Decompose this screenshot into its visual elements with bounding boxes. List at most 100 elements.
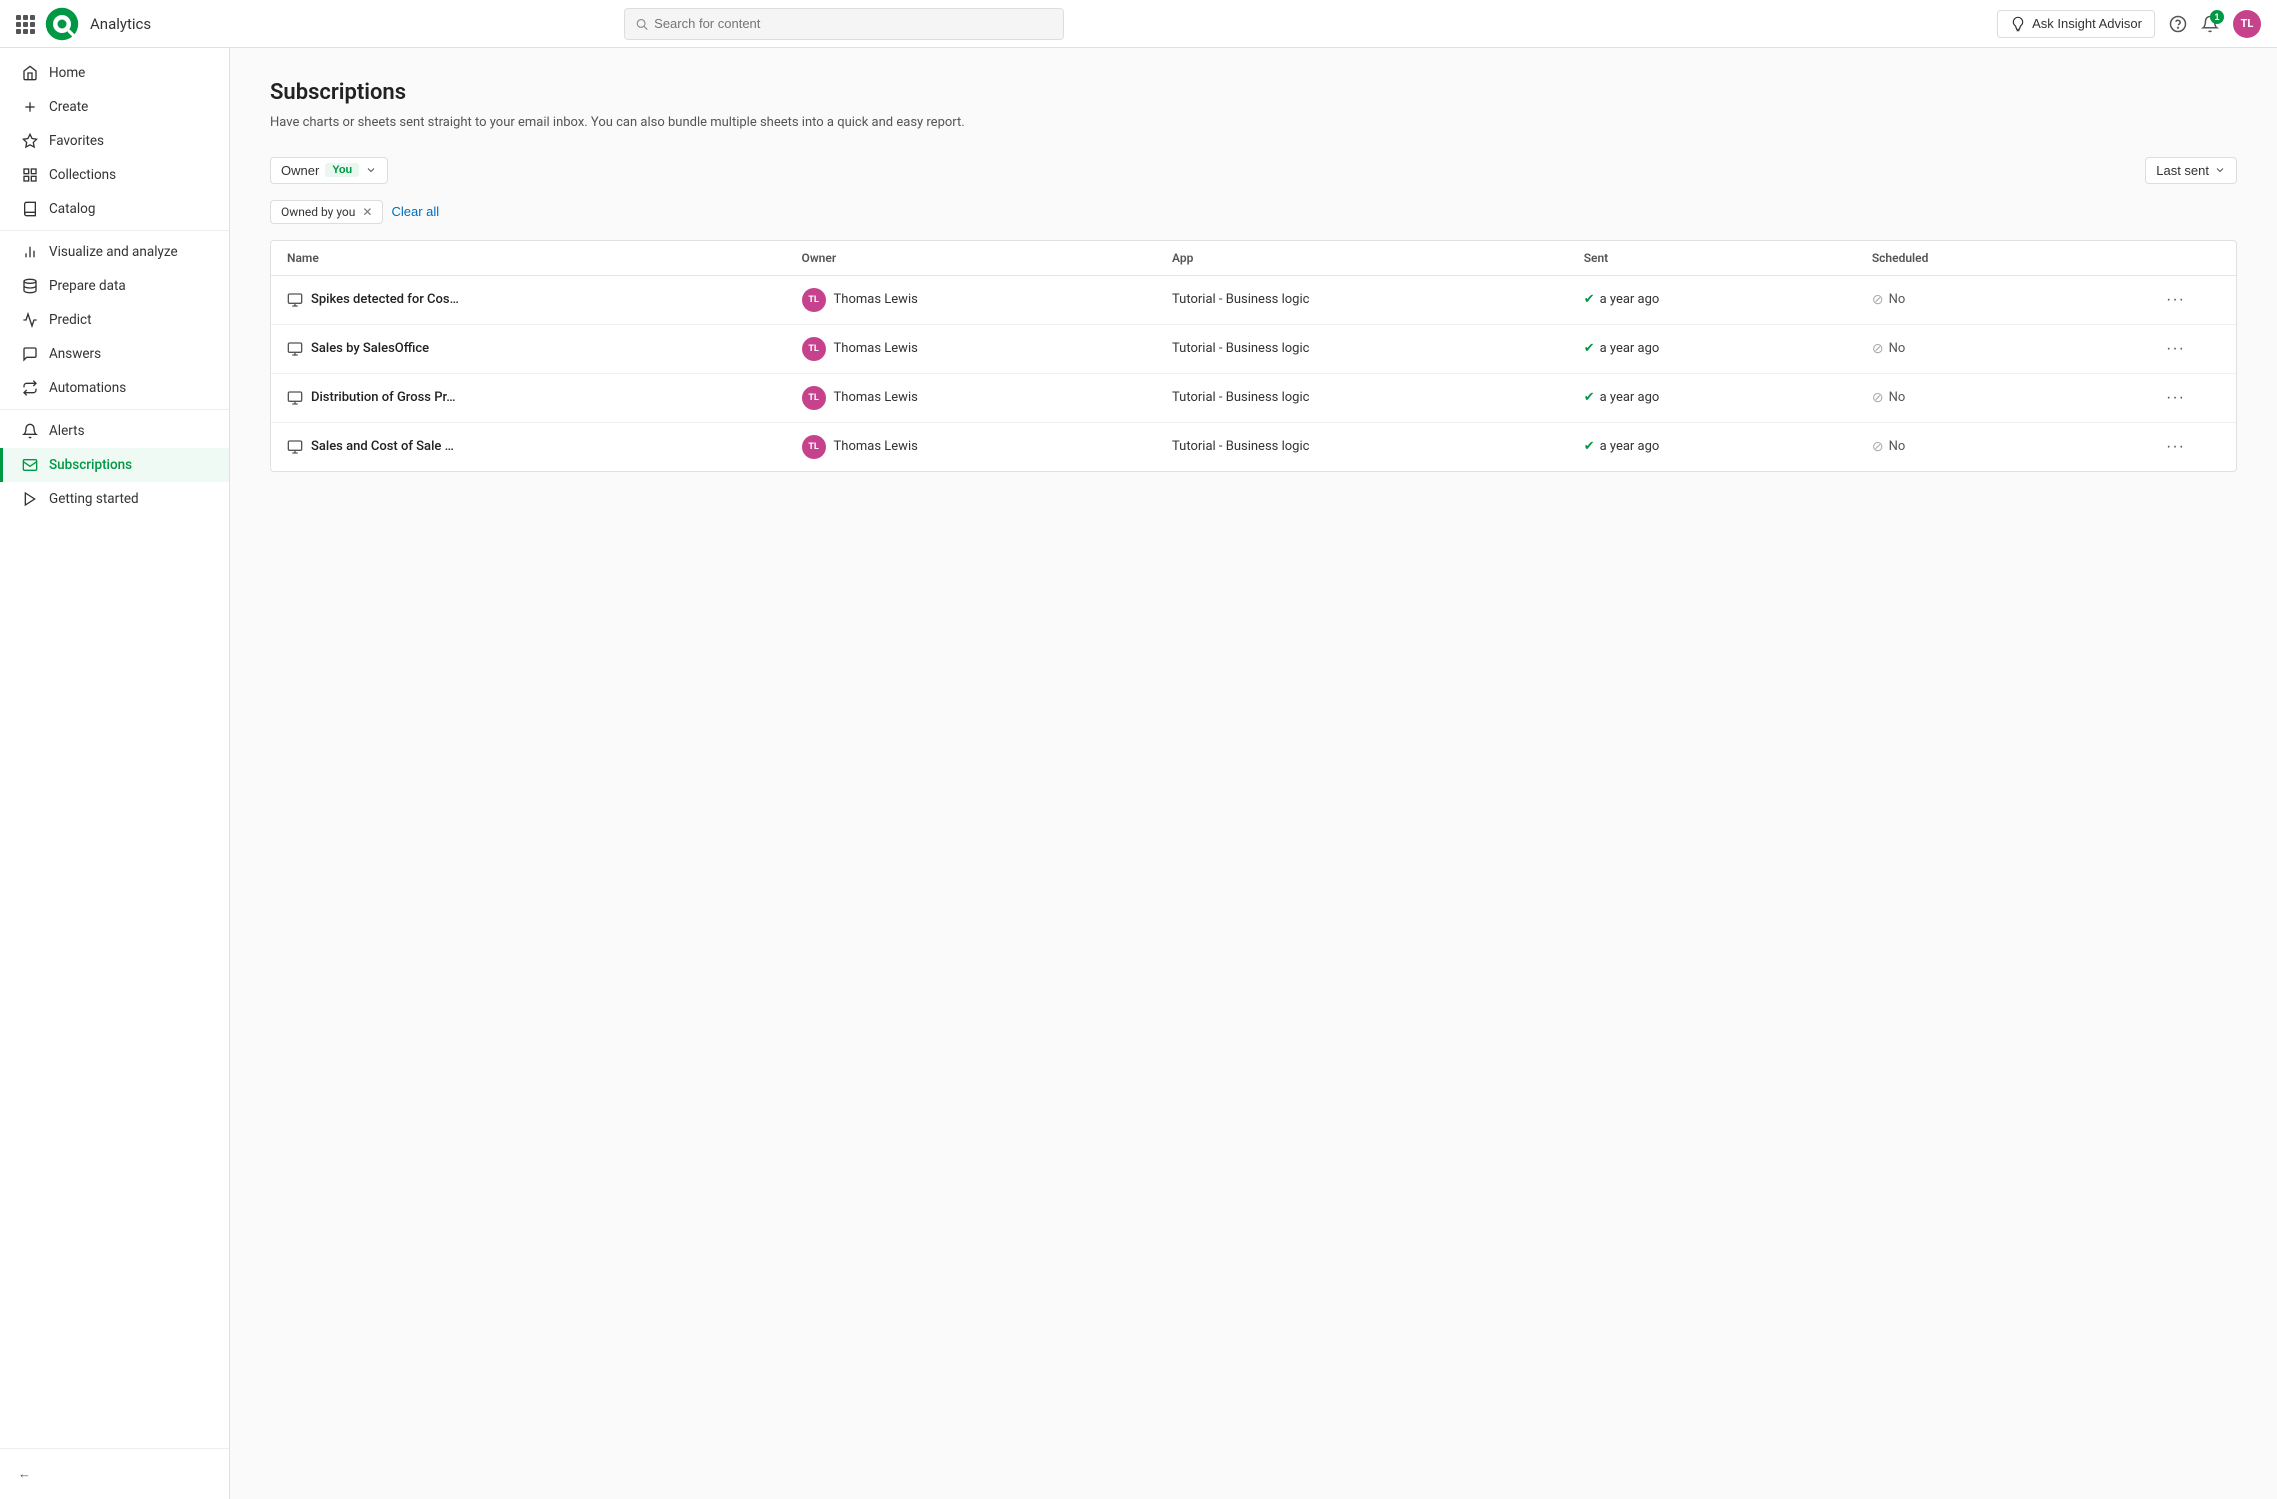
sidebar-item-visualize[interactable]: Visualize and analyze (0, 235, 229, 269)
cell-sent-3: ✔ a year ago (1584, 439, 1872, 454)
sidebar-item-home[interactable]: Home (0, 56, 229, 90)
sidebar-label-getting-started: Getting started (49, 491, 139, 507)
top-navigation: Analytics Ask Insight Advisor (0, 0, 2277, 48)
sent-time-2: a year ago (1600, 390, 1660, 405)
cell-app-1: Tutorial - Business logic (1172, 341, 1584, 356)
more-options-button-0[interactable]: ··· (2160, 289, 2191, 311)
scheduled-value-3: No (1889, 439, 1906, 454)
more-options-button-3[interactable]: ··· (2160, 436, 2191, 458)
main-layout: Home Create Favorites Collections (0, 48, 2277, 1499)
sidebar-label-favorites: Favorites (49, 133, 104, 149)
search-bar[interactable] (624, 8, 1064, 40)
more-options-button-1[interactable]: ··· (2160, 338, 2191, 360)
sent-check-icon-2: ✔ (1584, 390, 1595, 405)
col-app: App (1172, 251, 1584, 265)
subscription-name-1[interactable]: Sales by SalesOffice (311, 341, 429, 356)
sidebar-item-favorites[interactable]: Favorites (0, 124, 229, 158)
owner-filter-button[interactable]: Owner You (270, 157, 388, 184)
sidebar-item-answers[interactable]: Answers (0, 337, 229, 371)
sidebar-item-alerts[interactable]: Alerts (0, 414, 229, 448)
insight-advisor-icon (2010, 16, 2026, 32)
search-icon (635, 17, 648, 31)
notification-badge: 1 (2210, 10, 2224, 24)
scheduled-no-icon-1: ⊘ (1872, 341, 1884, 357)
insight-advisor-button[interactable]: Ask Insight Advisor (1997, 10, 2155, 38)
sidebar-nav: Home Create Favorites Collections (0, 48, 229, 1448)
notifications-button[interactable]: 1 (2201, 15, 2219, 33)
cell-sent-1: ✔ a year ago (1584, 341, 1872, 356)
nav-right: Ask Insight Advisor 1 TL (1997, 10, 2261, 38)
catalog-icon (21, 201, 39, 217)
col-owner: Owner (802, 251, 1172, 265)
sent-time-0: a year ago (1600, 292, 1660, 307)
scheduled-no-icon-3: ⊘ (1872, 439, 1884, 455)
alerts-icon (21, 423, 39, 439)
table-header: Name Owner App Sent Scheduled (271, 241, 2236, 276)
owner-avatar-3: TL (802, 435, 826, 459)
sort-label: Last sent (2156, 163, 2209, 178)
table-row: Distribution of Gross Pr… TL Thomas Lewi… (271, 374, 2236, 423)
app-name-1: Tutorial - Business logic (1172, 341, 1309, 356)
sent-time-3: a year ago (1600, 439, 1660, 454)
owner-avatar-2: TL (802, 386, 826, 410)
collapse-sidebar-button[interactable]: ← (0, 1457, 229, 1491)
sidebar-label-collections: Collections (49, 167, 116, 183)
owner-name-3: Thomas Lewis (834, 439, 918, 454)
main-content: Subscriptions Have charts or sheets sent… (230, 48, 2277, 1499)
sidebar-divider-2 (0, 409, 229, 410)
help-button[interactable] (2169, 15, 2187, 33)
qlik-logo[interactable] (44, 6, 80, 42)
subscription-name-0[interactable]: Spikes detected for Cos… (311, 292, 459, 307)
sidebar-label-create: Create (49, 99, 88, 115)
col-sent: Sent (1584, 251, 1872, 265)
table-row: Sales and Cost of Sale … TL Thomas Lewis… (271, 423, 2236, 471)
subscription-name-2[interactable]: Distribution of Gross Pr… (311, 390, 455, 405)
scheduled-value-2: No (1889, 390, 1906, 405)
chart-row-icon (287, 292, 303, 308)
sidebar-item-catalog[interactable]: Catalog (0, 192, 229, 226)
cell-actions-3: ··· (2160, 436, 2220, 458)
home-icon (21, 65, 39, 81)
app-name-3: Tutorial - Business logic (1172, 439, 1309, 454)
scheduled-no-icon-2: ⊘ (1872, 390, 1884, 406)
page-title: Subscriptions (270, 80, 2237, 105)
cell-owner-1: TL Thomas Lewis (802, 337, 1172, 361)
sort-button[interactable]: Last sent (2145, 157, 2237, 184)
cell-scheduled-3: ⊘ No (1872, 439, 2160, 455)
owner-name-1: Thomas Lewis (834, 341, 918, 356)
col-scheduled: Scheduled (1872, 251, 2160, 265)
collection-icon (21, 167, 39, 183)
sent-time-1: a year ago (1600, 341, 1660, 356)
more-options-button-2[interactable]: ··· (2160, 387, 2191, 409)
app-name-2: Tutorial - Business logic (1172, 390, 1309, 405)
sidebar-item-collections[interactable]: Collections (0, 158, 229, 192)
sidebar-item-automations[interactable]: Automations (0, 371, 229, 405)
cell-sent-2: ✔ a year ago (1584, 390, 1872, 405)
user-avatar[interactable]: TL (2233, 10, 2261, 38)
subscription-name-3[interactable]: Sales and Cost of Sale … (311, 439, 454, 454)
sidebar-item-subscriptions[interactable]: Subscriptions (0, 448, 229, 482)
app-switcher-icon[interactable] (16, 15, 34, 33)
clear-all-button[interactable]: Clear all (391, 204, 439, 219)
sent-check-icon-0: ✔ (1584, 292, 1595, 307)
sidebar-item-prepare[interactable]: Prepare data (0, 269, 229, 303)
active-filters: Owned by you ✕ Clear all (270, 200, 2237, 224)
page-description: Have charts or sheets sent straight to y… (270, 113, 2237, 133)
owner-name-0: Thomas Lewis (834, 292, 918, 307)
automations-icon (21, 380, 39, 396)
search-input[interactable] (654, 16, 1053, 31)
table-row: Spikes detected for Cos… TL Thomas Lewis… (271, 276, 2236, 325)
scheduled-value-1: No (1889, 341, 1906, 356)
sidebar-item-getting-started[interactable]: Getting started (0, 482, 229, 516)
remove-filter-button[interactable]: ✕ (362, 205, 372, 219)
cell-name-3: Sales and Cost of Sale … (287, 439, 802, 455)
answers-icon (21, 346, 39, 362)
owner-filter-value: You (325, 163, 359, 177)
sidebar-item-predict[interactable]: Predict (0, 303, 229, 337)
sidebar-label-answers: Answers (49, 346, 101, 362)
insight-advisor-label: Ask Insight Advisor (2032, 16, 2142, 31)
sidebar: Home Create Favorites Collections (0, 48, 230, 1499)
cell-name-1: Sales by SalesOffice (287, 341, 802, 357)
create-icon (21, 99, 39, 115)
sidebar-item-create[interactable]: Create (0, 90, 229, 124)
